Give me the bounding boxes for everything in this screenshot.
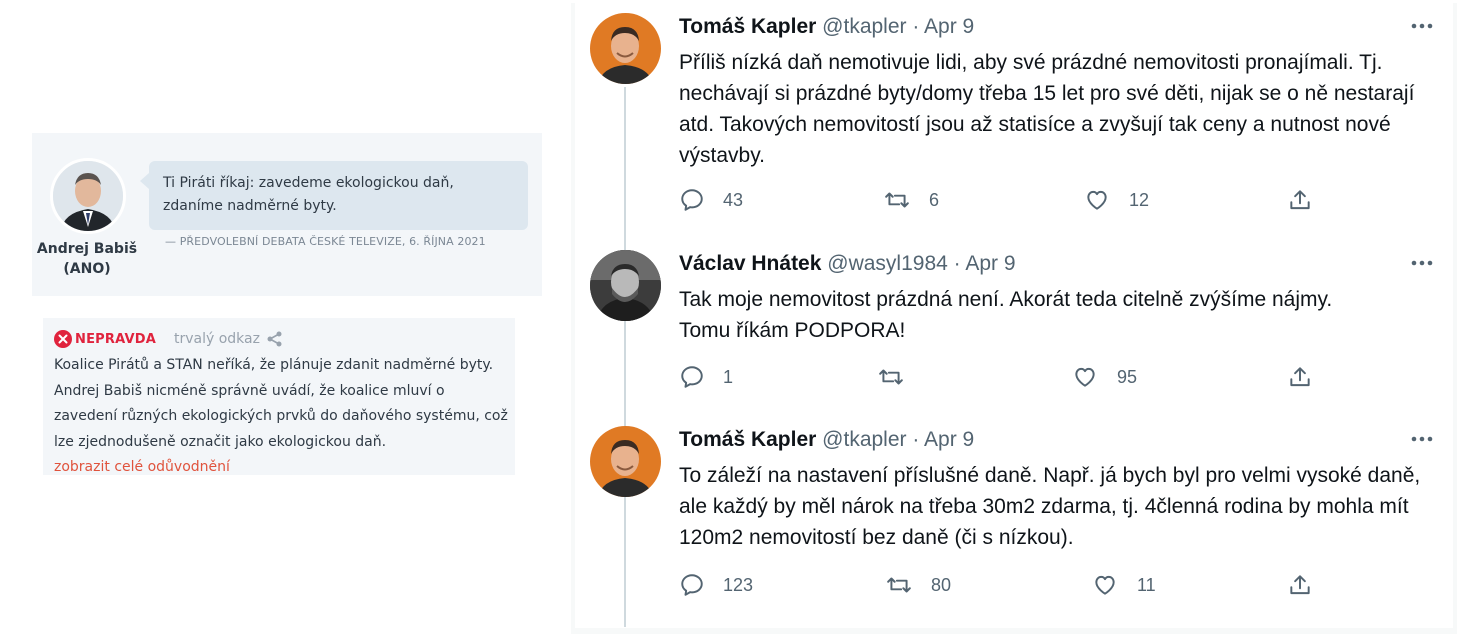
thread-line: [624, 87, 626, 627]
reply-button[interactable]: 43: [679, 185, 743, 215]
upload-icon: [1287, 364, 1313, 390]
like-button[interactable]: 95: [1071, 362, 1137, 392]
share-icon[interactable]: [266, 331, 283, 347]
retweet-icon: [883, 187, 911, 213]
avatar[interactable]: [590, 13, 661, 84]
like-count: 95: [1117, 366, 1138, 387]
upload-icon: [1287, 572, 1313, 598]
author-meta: @tkapler · Apr 9: [822, 428, 975, 451]
verdict-text: Koalice Pirátů a STAN neříká, že plánuje…: [54, 357, 508, 450]
reply-count: 43: [723, 189, 744, 210]
retweet-button[interactable]: [877, 362, 923, 392]
tweet-text: Příliš nízká daň nemotivuje lidi, aby sv…: [679, 51, 1415, 167]
like-icon: [1091, 572, 1119, 598]
tweet-actions: 1 95: [679, 362, 1319, 392]
permalink-link[interactable]: trvalý odkaz: [174, 331, 260, 347]
author-name[interactable]: Václav Hnátek: [679, 252, 821, 275]
like-count: 11: [1137, 574, 1156, 595]
retweet-button[interactable]: 6: [883, 185, 939, 215]
like-icon: [1083, 187, 1111, 213]
tweet-actions: 43 6 12: [679, 185, 1319, 215]
verdict-label: NEPRAVDA: [75, 331, 156, 347]
more-icon[interactable]: [1411, 429, 1433, 447]
reply-button[interactable]: 1: [679, 362, 733, 392]
upload-icon: [1287, 187, 1313, 213]
like-icon: [1071, 364, 1099, 390]
quote-card: Andrej Babiš (ANO) Ti Piráti říkaj: zave…: [32, 133, 542, 296]
reply-button[interactable]: 123: [679, 570, 753, 600]
reply-icon: [679, 187, 705, 213]
tweet-header: Tomáš Kapler @tkapler · Apr 9: [679, 426, 974, 454]
author-name[interactable]: Tomáš Kapler: [679, 428, 816, 451]
reply-count: 123: [723, 574, 754, 595]
retweet-icon: [877, 364, 905, 390]
like-count: 12: [1129, 189, 1150, 210]
verdict-card: NEPRAVDA trvalý odkaz Koalice Pirátů a S…: [43, 318, 515, 475]
reply-icon: [679, 364, 705, 390]
share-button[interactable]: [1287, 570, 1313, 600]
author-meta: @tkapler · Apr 9: [822, 15, 975, 38]
quote-source: — PŘEDVOLEBNÍ DEBATA ČESKÉ TELEVIZE, 6. …: [165, 235, 486, 248]
retweet-count: 6: [929, 189, 940, 210]
speaker-name: Andrej Babiš (ANO): [36, 241, 138, 277]
author-meta: @wasyl1984 · Apr 9: [827, 252, 1016, 275]
more-icon[interactable]: [1411, 16, 1433, 34]
avatar[interactable]: [590, 250, 661, 321]
tweet-header: Václav Hnátek @wasyl1984 · Apr 9: [679, 250, 1016, 278]
tweet-header: Tomáš Kapler @tkapler · Apr 9: [679, 13, 974, 41]
retweet-button[interactable]: 80: [885, 570, 951, 600]
speaker-avatar: [50, 158, 126, 234]
share-button[interactable]: [1287, 185, 1313, 215]
avatar[interactable]: [590, 426, 661, 497]
quote-bubble: Ti Piráti říkaj: zavedeme ekologickou da…: [140, 161, 528, 230]
reply-icon: [679, 572, 705, 598]
author-name[interactable]: Tomáš Kapler: [679, 15, 816, 38]
tweet-thread: Tomáš Kapler @tkapler · Apr 9 Příliš níz…: [571, 3, 1457, 634]
like-button[interactable]: 11: [1091, 570, 1156, 600]
retweet-count: 80: [931, 574, 952, 595]
like-button[interactable]: 12: [1083, 185, 1149, 215]
tweet-actions: 123 80 11: [679, 570, 1319, 600]
show-reasoning-link[interactable]: zobrazit celé odůvodnění: [54, 455, 504, 479]
retweet-icon: [885, 572, 913, 598]
tweet-text: To záleží na nastavení příslušné daně. N…: [679, 464, 1421, 549]
close-circle-icon: [54, 330, 72, 348]
reply-count: 1: [723, 366, 734, 387]
tweet-text: Tak moje nemovitost prázdná není. Akorát…: [679, 288, 1333, 342]
more-icon[interactable]: [1411, 253, 1433, 271]
share-button[interactable]: [1287, 362, 1313, 392]
